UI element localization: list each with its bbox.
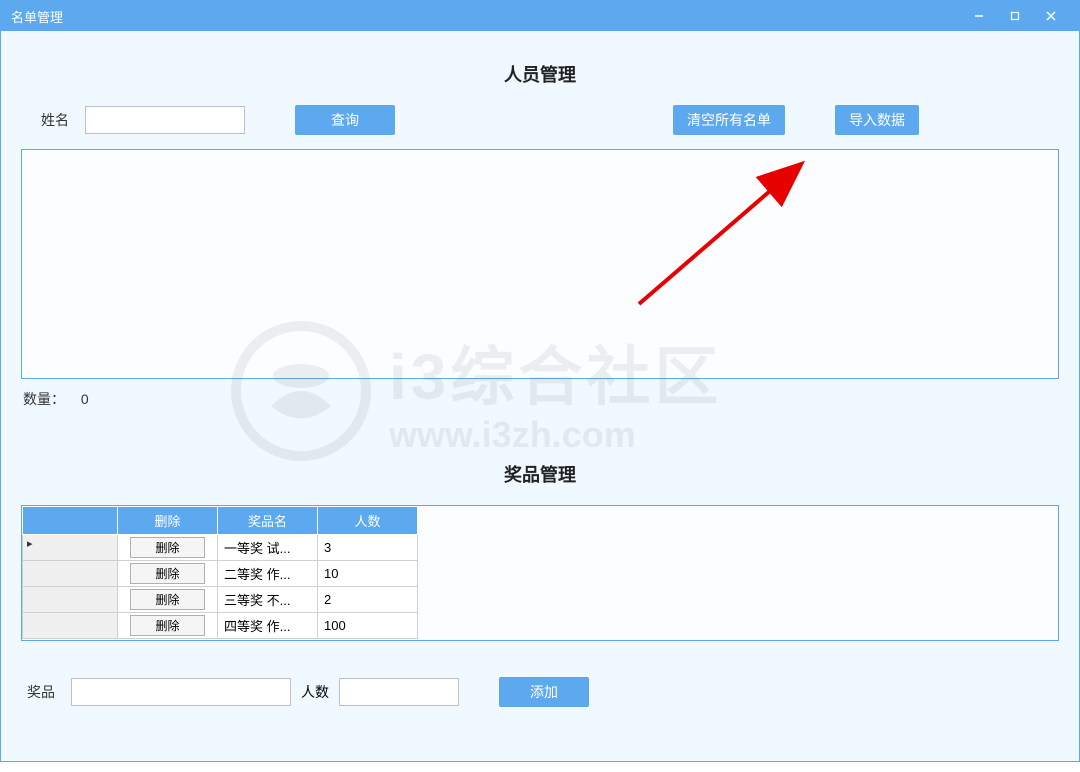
table-row[interactable]: 删除四等奖 作...100	[23, 613, 418, 639]
people-count-label: 人数	[301, 682, 329, 702]
prize-section: 奖品管理 删除 奖品名 人数 删除一等奖 试...3删除二等奖 作...10删除…	[21, 461, 1059, 707]
prize-count-cell: 3	[318, 535, 418, 561]
search-button[interactable]: 查询	[295, 105, 395, 135]
delete-row-button[interactable]: 删除	[130, 563, 204, 584]
import-data-button[interactable]: 导入数据	[835, 105, 919, 135]
col-header-name: 奖品名	[218, 507, 318, 535]
col-header-delete: 删除	[118, 507, 218, 535]
prize-name-input[interactable]	[71, 678, 291, 706]
count-row: 数量： 0	[23, 389, 1059, 409]
window-title: 名单管理	[11, 7, 961, 26]
clear-all-button[interactable]: 清空所有名单	[673, 105, 785, 135]
close-button[interactable]	[1033, 1, 1069, 31]
people-section-title: 人员管理	[21, 61, 1059, 87]
window-controls	[961, 1, 1069, 31]
table-row[interactable]: 删除二等奖 作...10	[23, 561, 418, 587]
name-input[interactable]	[85, 106, 245, 134]
prize-count-cell: 2	[318, 587, 418, 613]
maximize-button[interactable]	[997, 1, 1033, 31]
prize-add-row: 奖品 人数 添加	[21, 677, 1059, 707]
prize-name-cell: 一等奖 试...	[218, 535, 318, 561]
row-marker	[23, 613, 118, 639]
count-label: 数量：	[23, 391, 65, 407]
people-count-input[interactable]	[339, 678, 459, 706]
prize-table: 删除 奖品名 人数 删除一等奖 试...3删除二等奖 作...10删除三等奖 不…	[22, 506, 418, 639]
col-header-count: 人数	[318, 507, 418, 535]
people-list-panel	[21, 149, 1059, 379]
count-value: 0	[81, 391, 89, 407]
name-label: 姓名	[41, 110, 69, 130]
titlebar: 名单管理	[1, 1, 1079, 31]
add-prize-button[interactable]: 添加	[499, 677, 589, 707]
app-window: 名单管理 i3综合社区 www.i3zh.com	[0, 0, 1080, 762]
people-toolbar: 姓名 查询 清空所有名单 导入数据	[21, 105, 1059, 135]
prize-name-cell: 四等奖 作...	[218, 613, 318, 639]
delete-row-button[interactable]: 删除	[130, 537, 204, 558]
delete-row-button[interactable]: 删除	[130, 589, 204, 610]
prize-count-cell: 100	[318, 613, 418, 639]
prize-count-cell: 10	[318, 561, 418, 587]
prize-name-cell: 三等奖 不...	[218, 587, 318, 613]
prize-section-title: 奖品管理	[21, 461, 1059, 487]
prize-name-cell: 二等奖 作...	[218, 561, 318, 587]
row-marker	[23, 535, 118, 561]
row-marker	[23, 561, 118, 587]
prize-label: 奖品	[27, 682, 55, 702]
table-row[interactable]: 删除三等奖 不...2	[23, 587, 418, 613]
row-marker	[23, 587, 118, 613]
minimize-button[interactable]	[961, 1, 997, 31]
content-area: i3综合社区 www.i3zh.com 人员管理 姓名 查询 清空所有名单 导入…	[1, 31, 1079, 727]
table-row[interactable]: 删除一等奖 试...3	[23, 535, 418, 561]
prize-panel: 删除 奖品名 人数 删除一等奖 试...3删除二等奖 作...10删除三等奖 不…	[21, 505, 1059, 641]
delete-row-button[interactable]: 删除	[130, 615, 204, 636]
